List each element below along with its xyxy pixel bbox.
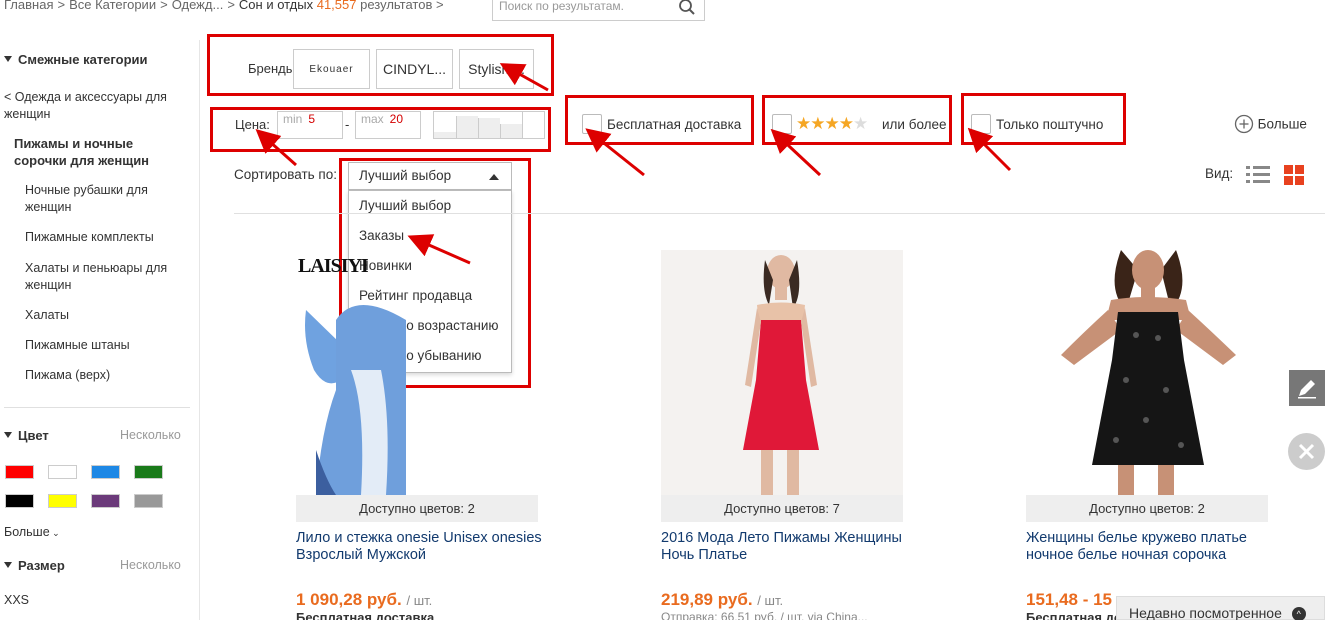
- annotation-arrows: [255, 63, 1012, 265]
